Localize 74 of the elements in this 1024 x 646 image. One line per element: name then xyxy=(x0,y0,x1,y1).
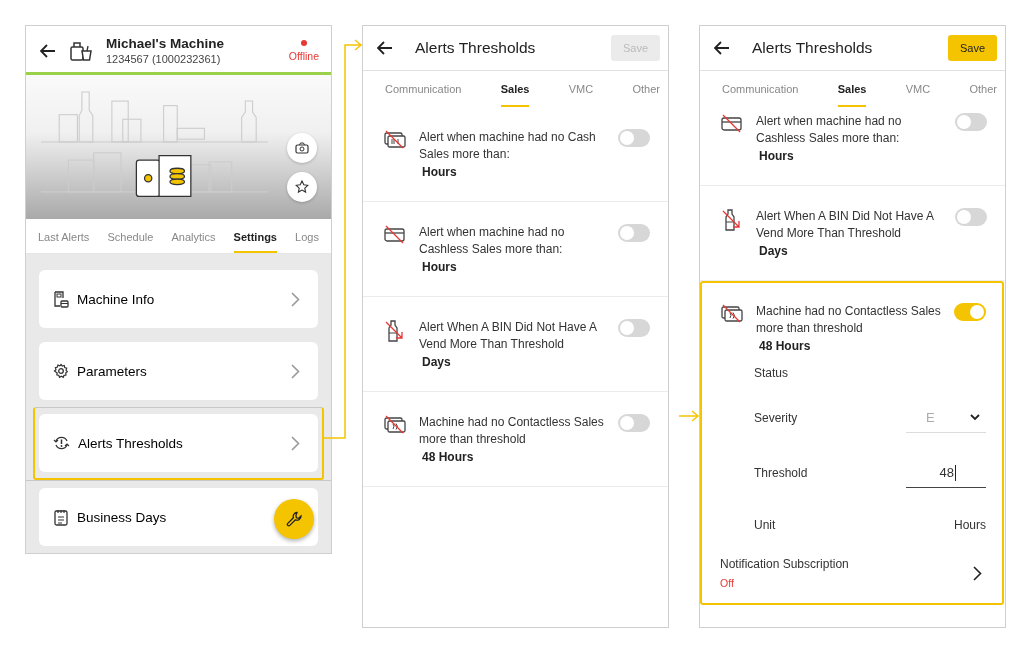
contactless-crossed-icon xyxy=(720,303,744,325)
threshold-value: Hours xyxy=(421,260,458,274)
back-arrow-icon[interactable] xyxy=(40,43,56,58)
alert-toggle[interactable] xyxy=(955,113,987,131)
screen-title: Alerts Thresholds xyxy=(752,39,874,57)
threshold-value: Days xyxy=(421,355,452,369)
field-label: Unit xyxy=(754,518,776,532)
severity-dropdown[interactable]: E xyxy=(906,403,986,433)
camera-icon xyxy=(295,142,309,154)
machine-title: Michael's Machine xyxy=(106,36,225,51)
chevron-right-icon xyxy=(291,435,300,451)
favorite-button[interactable] xyxy=(287,172,317,202)
settings-menu-item[interactable]: Parameters xyxy=(39,342,318,400)
alert-toggle[interactable] xyxy=(954,303,986,321)
field-label: Threshold xyxy=(754,466,808,480)
star-icon xyxy=(295,180,309,194)
save-button[interactable]: Save xyxy=(947,35,997,61)
category-tab[interactable]: VMC xyxy=(568,83,594,107)
alert-cycle-icon xyxy=(53,435,70,451)
settings-menu-item[interactable]: Business Days xyxy=(39,488,318,546)
chevron-right-icon xyxy=(973,565,982,581)
category-tab[interactable]: Other xyxy=(632,83,660,107)
category-tab[interactable]: VMC xyxy=(905,83,931,107)
alert-description: Alert when machine had no Cashless Sales more than: xyxy=(756,113,903,147)
field-label: Status xyxy=(754,366,789,380)
alert-toggle[interactable] xyxy=(618,414,650,432)
settings-icon xyxy=(53,363,69,379)
cash-crossed-icon xyxy=(383,129,407,151)
category-tab[interactable]: Other xyxy=(969,83,997,107)
notepad-icon xyxy=(53,508,69,526)
back-arrow-icon[interactable] xyxy=(714,41,730,55)
document-icon xyxy=(53,290,69,308)
threshold-value: 48 Hours xyxy=(758,339,812,353)
alert-description: Alert When A BIN Did Not Have A Vend More Than Threshold xyxy=(756,208,935,242)
section-tab[interactable]: Analytics xyxy=(171,231,216,253)
field-label: Severity xyxy=(754,411,798,425)
section-tab[interactable]: Schedule xyxy=(107,231,154,253)
unit-value: Hours xyxy=(954,518,986,532)
screen-title: Alerts Thresholds xyxy=(415,39,537,57)
alert-toggle[interactable] xyxy=(618,224,650,242)
alert-toggle[interactable] xyxy=(618,319,650,337)
alert-description: Machine had no Contactless Sales more than threshold xyxy=(756,303,942,337)
contactless-crossed-icon xyxy=(383,414,407,436)
machine-id: 1234567 (1000232361) xyxy=(106,53,222,65)
wrench-icon xyxy=(285,510,303,528)
threshold-value: 48 Hours xyxy=(421,450,475,464)
threshold-value: Hours xyxy=(758,149,795,163)
alert-toggle[interactable] xyxy=(955,208,987,226)
category-tab[interactable]: Sales xyxy=(837,83,867,107)
alert-description: Alert When A BIN Did Not Have A Vend More Than Threshold xyxy=(419,319,598,353)
section-tab[interactable]: Last Alerts xyxy=(38,231,90,253)
alert-toggle[interactable] xyxy=(618,129,650,147)
chevron-right-icon xyxy=(291,363,300,379)
alert-description: Alert when machine had no Cash Sales more than: xyxy=(419,129,597,163)
threshold-input[interactable]: 48 xyxy=(906,458,986,488)
notification-subscription-item[interactable]: Notification Subscription Off xyxy=(720,557,986,589)
alert-description: Alert when machine had no Cashless Sales more than: xyxy=(419,224,566,258)
caret-icon xyxy=(970,414,980,421)
chevron-right-icon xyxy=(291,291,300,307)
threshold-value: Hours xyxy=(421,165,458,179)
settings-menu-item[interactable]: Machine Info xyxy=(39,270,318,328)
camera-button[interactable] xyxy=(287,133,317,163)
settings-menu-item[interactable]: Alerts Thresholds xyxy=(39,414,318,472)
alert-description: Machine had no Contactless Sales more than threshold xyxy=(419,414,605,448)
category-tab[interactable]: Communication xyxy=(722,83,799,107)
section-tab[interactable]: Logs xyxy=(295,231,319,253)
bag-cup-icon xyxy=(70,40,92,61)
card-crossed-icon xyxy=(720,113,744,135)
threshold-value: Days xyxy=(758,244,789,258)
category-tab[interactable]: Communication xyxy=(385,83,462,107)
card-crossed-icon xyxy=(383,224,407,246)
category-tab[interactable]: Sales xyxy=(500,83,530,107)
back-arrow-icon[interactable] xyxy=(377,41,393,55)
status-text: Offline xyxy=(288,49,319,62)
